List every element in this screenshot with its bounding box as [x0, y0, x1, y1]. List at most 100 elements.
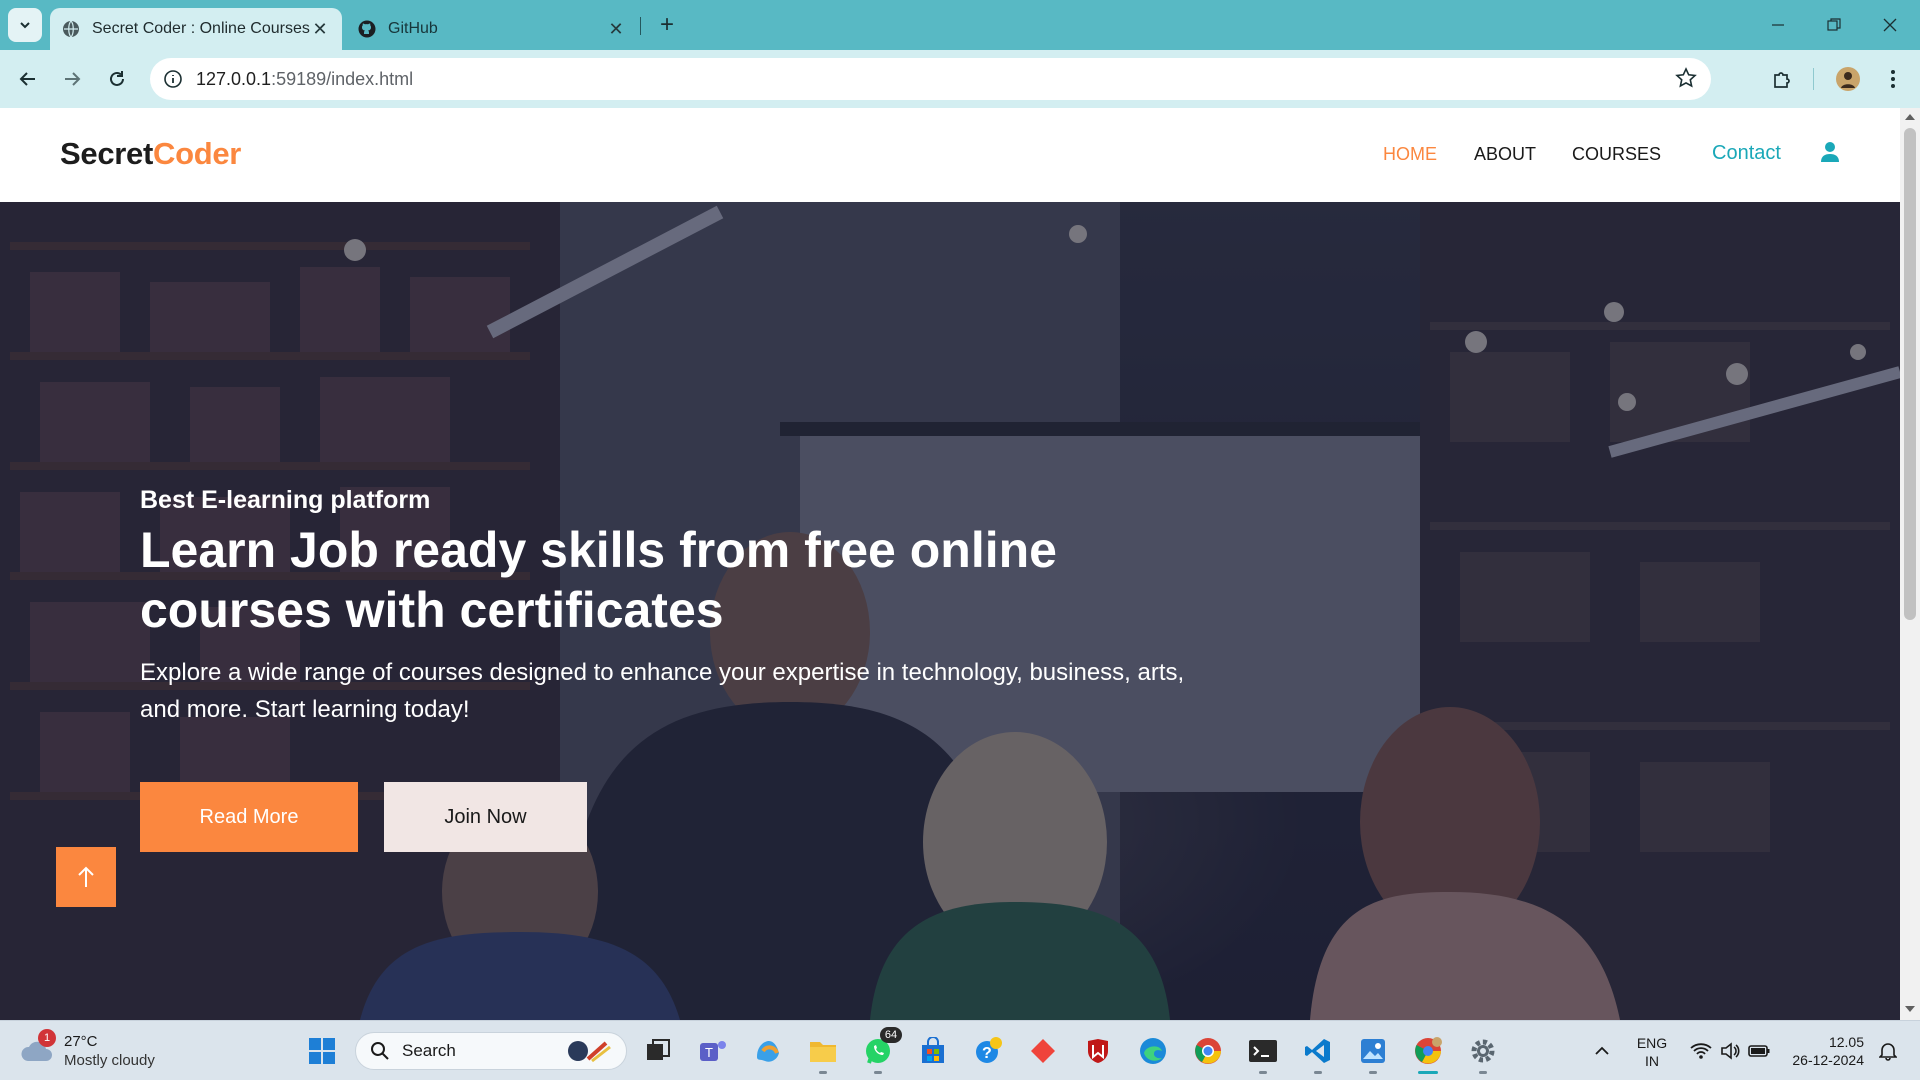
clock-time: 12.05 — [1828, 1034, 1864, 1050]
chrome-app[interactable] — [1190, 1033, 1226, 1069]
new-tab-button[interactable]: + — [652, 10, 682, 40]
close-icon — [1883, 18, 1897, 32]
photos-app[interactable] — [1355, 1033, 1391, 1074]
help-icon: ? — [976, 1037, 1002, 1063]
browser-toolbar: 127.0.0.1:59189/index.html — [0, 50, 1920, 108]
site-info-icon[interactable] — [150, 69, 196, 89]
join-now-button[interactable]: Join Now — [384, 782, 587, 852]
chrome-icon — [1195, 1038, 1221, 1064]
tab-secret-coder[interactable]: Secret Coder : Online Courses ✕ — [50, 8, 342, 50]
chevron-up-icon — [1595, 1046, 1609, 1055]
weather-condition: Mostly cloudy — [64, 1052, 155, 1069]
copilot-app[interactable] — [750, 1033, 786, 1069]
svg-text:?: ? — [982, 1045, 992, 1062]
whatsapp-app[interactable]: 64 — [860, 1027, 902, 1074]
hero-eyebrow: Best E-learning platform — [140, 486, 431, 514]
active-indicator — [1418, 1071, 1438, 1074]
bookmark-star-icon[interactable] — [1675, 67, 1697, 94]
site-logo[interactable]: SecretCoder — [60, 136, 241, 172]
profile-avatar[interactable] — [1830, 61, 1866, 97]
read-more-button[interactable]: Read More — [140, 782, 358, 852]
notifications-button[interactable] — [1870, 1033, 1906, 1069]
close-tab-icon[interactable]: ✕ — [310, 19, 330, 40]
arrow-up-icon — [78, 866, 94, 887]
teams-app[interactable]: T — [695, 1033, 731, 1069]
running-indicator — [1314, 1071, 1322, 1074]
scrollbar-thumb[interactable] — [1904, 128, 1916, 620]
logo-part-coder: Coder — [153, 136, 242, 171]
back-button[interactable] — [10, 61, 46, 97]
terminal-app[interactable] — [1245, 1033, 1281, 1074]
bell-icon — [1879, 1043, 1897, 1061]
shield-icon — [1088, 1039, 1108, 1063]
chrome-profile-app[interactable] — [1410, 1033, 1446, 1074]
forward-button[interactable] — [54, 61, 90, 97]
address-bar[interactable]: 127.0.0.1:59189/index.html — [150, 58, 1711, 100]
reload-button[interactable] — [99, 61, 135, 97]
minimize-button[interactable] — [1750, 0, 1806, 50]
volume-icon — [1721, 1042, 1740, 1060]
restore-icon — [1827, 18, 1841, 31]
task-view-button[interactable] — [640, 1033, 676, 1069]
settings-app[interactable] — [1465, 1033, 1501, 1074]
tab-search-button[interactable] — [8, 8, 42, 42]
more-vertical-icon — [1891, 70, 1895, 88]
search-highlight-icon — [568, 1041, 611, 1063]
battery-icon — [1748, 1045, 1770, 1057]
chrome-profile-icon — [1415, 1037, 1442, 1064]
page-scrollbar[interactable] — [1900, 108, 1920, 1020]
scroll-down-arrow-icon[interactable] — [1905, 1006, 1915, 1012]
vscode-app[interactable] — [1300, 1033, 1336, 1074]
windows-taskbar: 1 27°C Mostly cloudy Search T 64 ? ENG I… — [0, 1020, 1920, 1080]
help-app[interactable]: ? — [970, 1033, 1006, 1069]
page-viewport: SecretCoder HOME ABOUT COURSES Contact B… — [0, 108, 1900, 1020]
weather-temp: 27°C — [64, 1033, 98, 1050]
nav-about-link[interactable]: ABOUT — [1474, 144, 1536, 165]
user-account-icon[interactable] — [1820, 141, 1840, 168]
browser-menu-button[interactable] — [1875, 61, 1911, 97]
edge-app[interactable] — [1135, 1033, 1171, 1069]
region-code: IN — [1645, 1053, 1659, 1069]
diamond-icon — [1031, 1039, 1055, 1063]
nav-contact-link[interactable]: Contact — [1712, 142, 1781, 165]
hero-section: Best E-learning platform Learn Job ready… — [0, 202, 1900, 1020]
globe-icon — [63, 20, 79, 38]
nav-courses-link[interactable]: COURSES — [1572, 144, 1661, 165]
browser-tab-strip: Secret Coder : Online Courses ✕ GitHub ✕… — [0, 0, 1920, 50]
arrow-left-icon — [19, 72, 35, 86]
vscode-icon — [1305, 1039, 1330, 1063]
system-status-group[interactable] — [1680, 1033, 1780, 1069]
github-icon — [358, 20, 376, 38]
photos-icon — [1361, 1039, 1385, 1063]
close-window-button[interactable] — [1862, 0, 1918, 50]
taskbar-search[interactable]: Search — [355, 1032, 627, 1070]
search-label: Search — [402, 1041, 456, 1060]
start-button[interactable] — [304, 1033, 340, 1069]
scroll-up-arrow-icon[interactable] — [1905, 114, 1915, 120]
language-indicator[interactable]: ENG IN — [1632, 1034, 1672, 1070]
url-path: :59189/index.html — [271, 68, 414, 89]
extensions-button[interactable] — [1764, 61, 1800, 97]
running-indicator — [819, 1071, 827, 1074]
weather-widget[interactable]: 1 27°C Mostly cloudy — [20, 1029, 170, 1071]
weather-alert-badge: 1 — [38, 1029, 56, 1047]
show-hidden-icons-button[interactable] — [1584, 1033, 1620, 1069]
tab-github[interactable]: GitHub ✕ — [346, 8, 638, 50]
site-header: SecretCoder HOME ABOUT COURSES Contact — [0, 108, 1900, 202]
anydesk-app[interactable] — [1025, 1033, 1061, 1069]
logo-part-secret: Secret — [60, 136, 153, 171]
close-tab-icon[interactable]: ✕ — [606, 19, 626, 40]
url-text[interactable]: 127.0.0.1:59189/index.html — [196, 69, 413, 90]
running-indicator — [1369, 1071, 1377, 1074]
microsoft-store-app[interactable] — [915, 1033, 951, 1069]
language-code: ENG — [1636, 1035, 1668, 1051]
mcafee-app[interactable] — [1080, 1033, 1116, 1069]
file-explorer-app[interactable] — [805, 1033, 841, 1074]
clock[interactable]: 12.05 26-12-2024 — [1784, 1033, 1864, 1069]
nav-home-link[interactable]: HOME — [1383, 144, 1437, 165]
running-indicator — [1259, 1071, 1267, 1074]
clock-date: 26-12-2024 — [1792, 1052, 1864, 1068]
restore-button[interactable] — [1806, 0, 1862, 50]
back-to-top-button[interactable] — [56, 847, 116, 907]
minimize-icon — [1772, 24, 1784, 26]
